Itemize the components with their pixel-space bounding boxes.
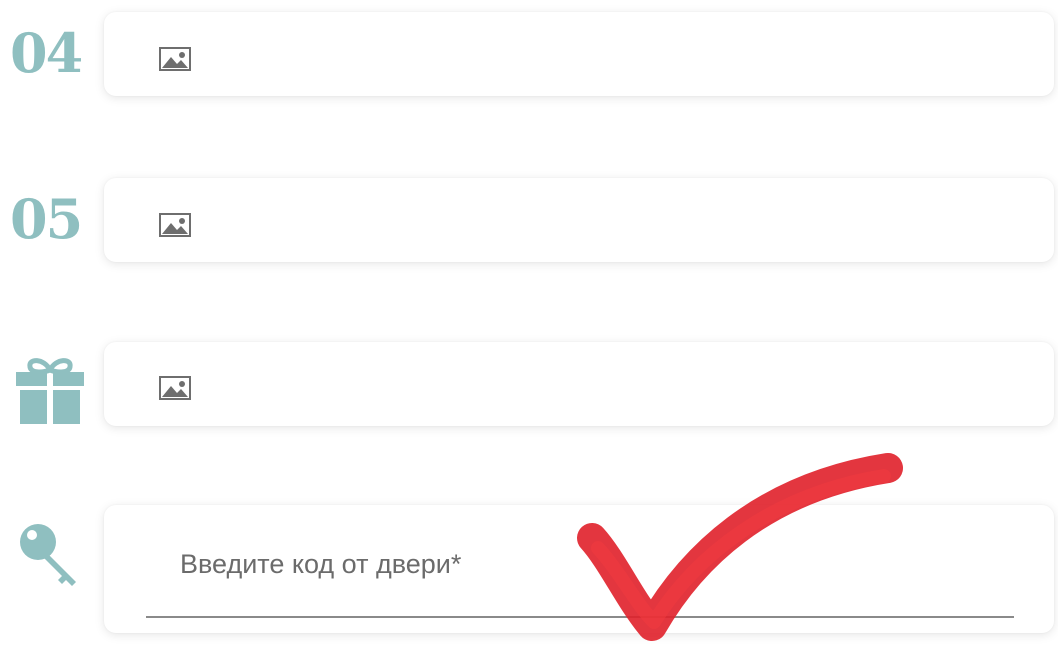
gift-card[interactable] <box>104 342 1054 426</box>
door-code-input[interactable] <box>146 616 1014 618</box>
image-placeholder-icon <box>159 376 191 400</box>
door-code-label: Введите код от двери* <box>180 549 462 579</box>
step-card-05[interactable] <box>104 178 1054 262</box>
step-number-04: 04 <box>10 21 83 85</box>
key-icon <box>20 524 76 586</box>
step-card-04[interactable] <box>104 12 1054 96</box>
gift-icon <box>16 358 84 424</box>
door-code-card: Введите код от двери* <box>104 505 1054 633</box>
image-placeholder-icon <box>159 213 191 237</box>
step-number-05: 05 <box>10 187 83 251</box>
image-placeholder-icon <box>159 47 191 71</box>
